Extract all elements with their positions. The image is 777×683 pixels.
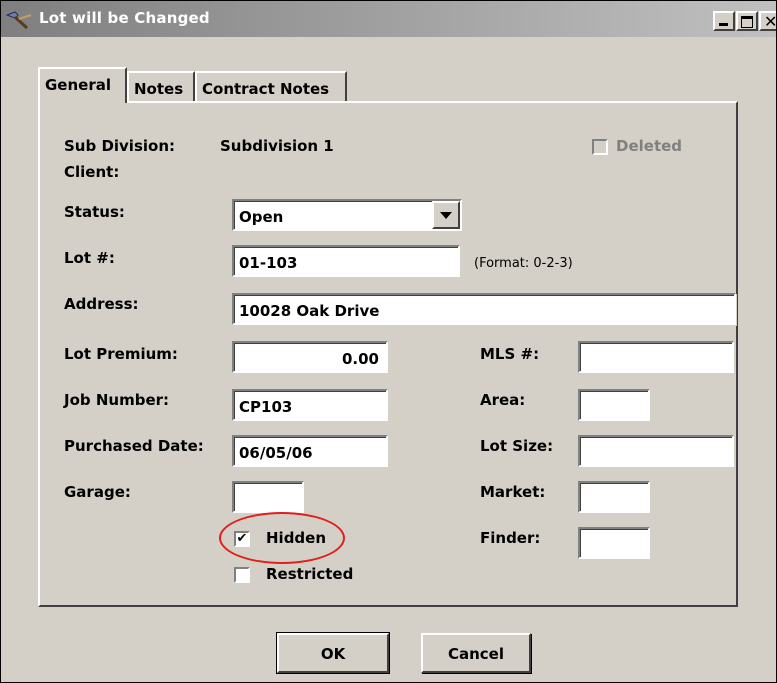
lot-size-input[interactable] xyxy=(578,435,734,467)
job-number-label: Job Number: xyxy=(64,391,170,409)
lot-number-label: Lot #: xyxy=(64,249,115,267)
purchased-date-label: Purchased Date: xyxy=(64,437,204,455)
area-input[interactable] xyxy=(578,389,650,421)
lot-premium-input[interactable]: 0.00 xyxy=(232,341,388,373)
subdivision-label: Sub Division: xyxy=(64,137,176,155)
window-title: Lot will be Changed xyxy=(39,9,210,27)
address-input[interactable]: 10028 Oak Drive xyxy=(232,293,736,325)
garage-label: Garage: xyxy=(64,483,131,501)
status-select-value: Open xyxy=(239,208,284,226)
address-label: Address: xyxy=(64,295,139,313)
deleted-checkbox[interactable] xyxy=(592,139,608,155)
general-panel: Sub Division: Subdivision 1 Client: Dele… xyxy=(38,101,738,607)
lot-size-label: Lot Size: xyxy=(480,437,554,455)
chevron-down-icon[interactable] xyxy=(432,201,460,229)
annotation-circle xyxy=(219,512,345,564)
finder-input[interactable] xyxy=(578,527,650,559)
finder-label: Finder: xyxy=(480,529,541,547)
area-label: Area: xyxy=(480,391,526,409)
purchased-date-input[interactable]: 06/05/06 xyxy=(232,435,388,467)
close-button[interactable]: ✕ xyxy=(759,11,777,31)
cancel-button[interactable]: Cancel xyxy=(421,633,531,673)
lot-premium-label: Lot Premium: xyxy=(64,345,178,363)
hammer-app-icon xyxy=(5,11,32,30)
dialog-window: Lot will be Changed ✕ General Notes Cont… xyxy=(0,0,777,683)
tab-contract-notes[interactable]: Contract Notes xyxy=(195,71,347,105)
tab-notes[interactable]: Notes xyxy=(127,71,195,105)
ok-button[interactable]: OK xyxy=(276,632,390,674)
lot-number-input[interactable]: 01-103 xyxy=(232,245,460,277)
lot-format-hint: (Format: 0-2-3) xyxy=(474,256,573,271)
restricted-label: Restricted xyxy=(266,565,354,583)
client-label: Client: xyxy=(64,163,120,181)
title-bar[interactable]: Lot will be Changed ✕ xyxy=(1,1,776,37)
close-icon: ✕ xyxy=(764,12,777,31)
restricted-checkbox[interactable] xyxy=(234,567,250,583)
job-number-input[interactable]: CP103 xyxy=(232,389,388,421)
status-label: Status: xyxy=(64,203,125,221)
garage-input[interactable] xyxy=(232,481,304,513)
subdivision-value: Subdivision 1 xyxy=(220,137,334,155)
minimize-button[interactable] xyxy=(713,11,735,31)
status-select[interactable]: Open xyxy=(232,199,462,231)
mls-input[interactable] xyxy=(578,341,734,373)
mls-label: MLS #: xyxy=(480,345,540,363)
deleted-label: Deleted xyxy=(616,137,683,155)
market-input[interactable] xyxy=(578,481,650,513)
market-label: Market: xyxy=(480,483,546,501)
tab-general[interactable]: General xyxy=(38,67,127,103)
maximize-button[interactable] xyxy=(736,11,758,31)
